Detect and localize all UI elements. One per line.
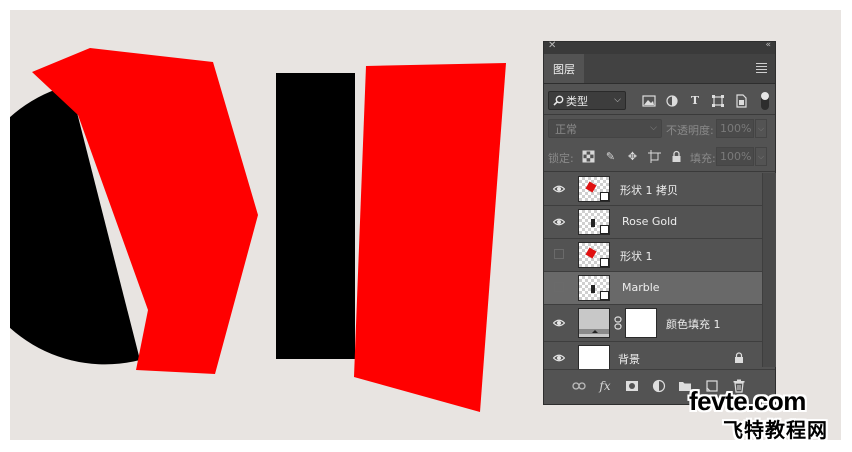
link-icon[interactable]	[572, 379, 586, 393]
lock-all-icon[interactable]	[670, 150, 683, 163]
fill-arrow-icon[interactable]: ⌵	[755, 147, 767, 166]
opacity-label: 不透明度:	[666, 124, 714, 137]
shape-preview	[585, 247, 597, 259]
lock-row: 锁定: ✎ ✥ 填充: 100% ⌵	[548, 147, 771, 167]
lock-pixels-icon[interactable]: ✎	[604, 150, 617, 163]
filter-type-label: 类型	[566, 94, 588, 108]
divider	[544, 114, 775, 115]
lock-label: 锁定:	[548, 152, 574, 165]
collapse-icon[interactable]: «	[765, 40, 770, 50]
layer-row-selected[interactable]: Marble	[544, 272, 762, 305]
layer-name[interactable]: 形状 1	[620, 248, 653, 264]
visibility-toggle[interactable]	[554, 282, 564, 292]
mask-thumbnail[interactable]	[625, 308, 657, 338]
mask-icon[interactable]	[625, 379, 639, 393]
blend-row: 正常 ⌵ 不透明度: 100% ⌵	[548, 119, 771, 139]
filter-type-select[interactable]: 类型 ⌵	[548, 91, 626, 110]
opacity-input[interactable]: 100%	[716, 119, 754, 138]
layer-name[interactable]: Marble	[622, 281, 660, 294]
panel-menu-icon[interactable]	[756, 63, 767, 75]
lock-position-icon[interactable]: ✥	[626, 150, 639, 163]
shape-layer-icon	[600, 225, 609, 234]
lock-icon	[735, 352, 743, 363]
layer-list: 形状 1 拷贝 Rose Gold 形状 1 Marble 颜色填充 1 背景	[544, 173, 762, 375]
adjustment-filter-icon[interactable]	[665, 94, 679, 108]
opacity-arrow-icon[interactable]: ⌵	[755, 119, 767, 138]
eye-icon[interactable]	[553, 317, 565, 329]
layer-thumbnail	[578, 275, 610, 301]
red-quad-shape	[354, 63, 506, 412]
type-filter-icon[interactable]: T	[688, 94, 702, 108]
fill-preview	[579, 329, 609, 334]
shape-filter-icon[interactable]	[711, 94, 725, 108]
layer-thumbnail	[578, 209, 610, 235]
shape-layer-icon	[600, 291, 609, 300]
smart-object-filter-icon[interactable]	[734, 94, 748, 108]
adjustment-icon[interactable]	[652, 379, 666, 393]
shape-preview	[591, 219, 595, 227]
fx-icon[interactable]: fx	[598, 379, 612, 393]
scrollbar[interactable]	[762, 173, 776, 367]
layer-name[interactable]: 背景	[618, 351, 640, 367]
watermark-domain: fevte.com	[689, 386, 806, 416]
layers-panel: ✕ « 图层 类型 ⌵ T 正常 ⌵ 不透明度: 100% ⌵ 锁定: ✎ ✥ …	[543, 40, 776, 405]
panel-titlebar: ✕ «	[544, 40, 775, 54]
layer-name[interactable]: Rose Gold	[622, 215, 677, 228]
lock-artboard-icon[interactable]	[648, 150, 661, 163]
chevron-down-icon: ⌵	[614, 95, 621, 105]
black-rect-shape	[276, 73, 355, 359]
filter-toggle[interactable]	[761, 92, 769, 110]
layer-row[interactable]: Rose Gold	[544, 206, 762, 239]
fill-input[interactable]: 100%	[716, 147, 754, 166]
blend-mode-select[interactable]: 正常 ⌵	[548, 119, 662, 138]
pixel-filter-icon[interactable]	[642, 94, 656, 108]
shape-layer-icon	[600, 192, 609, 201]
layer-name[interactable]: 形状 1 拷贝	[620, 182, 678, 198]
search-icon	[553, 95, 564, 106]
visibility-toggle[interactable]	[554, 249, 564, 259]
eye-icon[interactable]	[553, 352, 565, 364]
filter-row: 类型 ⌵ T	[548, 90, 771, 112]
eye-icon[interactable]	[553, 183, 565, 195]
layer-name[interactable]: 颜色填充 1	[666, 316, 721, 332]
divider	[544, 171, 775, 172]
shape-layer-icon	[600, 258, 609, 267]
layer-thumbnail	[578, 176, 610, 202]
layer-row[interactable]: 形状 1 拷贝	[544, 173, 762, 206]
layer-row[interactable]: 形状 1	[544, 239, 762, 272]
panel-tab-row: 图层	[544, 54, 775, 84]
layer-thumbnail	[578, 242, 610, 268]
watermark: fevte.com 飞特教程网	[685, 386, 845, 446]
layer-thumbnail	[578, 345, 610, 371]
layer-thumbnail	[578, 308, 610, 338]
blend-mode-value: 正常	[555, 122, 577, 136]
layer-row[interactable]: 颜色填充 1	[544, 305, 762, 342]
chevron-down-icon: ⌵	[650, 123, 657, 133]
fill-label: 填充:	[690, 152, 716, 165]
watermark-site-name: 飞特教程网	[723, 418, 828, 442]
tab-layers[interactable]: 图层	[544, 54, 584, 83]
shape-preview	[591, 285, 595, 293]
close-icon[interactable]: ✕	[548, 40, 556, 51]
lock-transparent-icon[interactable]	[582, 150, 595, 163]
shape-preview	[585, 181, 597, 193]
link-icon[interactable]	[614, 316, 622, 330]
eye-icon[interactable]	[553, 216, 565, 228]
